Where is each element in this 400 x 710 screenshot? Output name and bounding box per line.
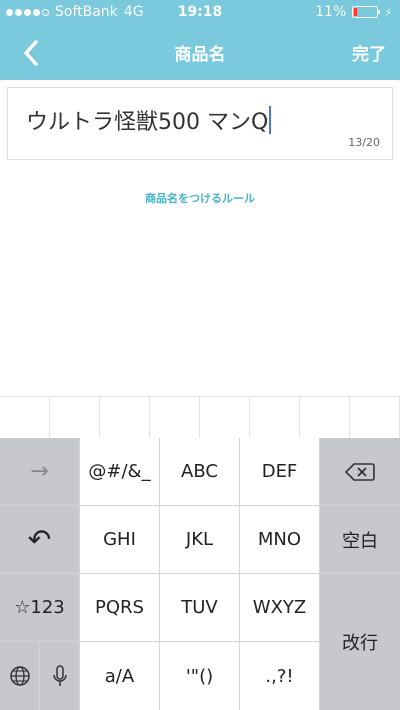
key-jkl[interactable]: JKL [160, 506, 239, 573]
space-key[interactable]: 空白 [320, 506, 400, 573]
key-mno[interactable]: MNO [240, 506, 319, 573]
status-right: 11% ⚡ [315, 4, 392, 20]
key-punctuation[interactable]: .,?! [240, 642, 319, 710]
charging-bolt-icon: ⚡ [384, 5, 392, 19]
microphone-icon [52, 665, 67, 686]
background-grid [0, 396, 400, 438]
backspace-icon [345, 462, 375, 481]
back-button[interactable] [14, 36, 48, 70]
return-key[interactable]: 改行 [320, 574, 400, 710]
text-caret [269, 106, 272, 134]
globe-key[interactable] [0, 642, 39, 710]
naming-rules-link[interactable]: 商品名をつけるルール [0, 190, 400, 206]
key-symbols[interactable]: @#/&_ [80, 438, 159, 505]
key-tuv[interactable]: TUV [160, 574, 239, 641]
undo-key[interactable]: ↶ [0, 506, 79, 573]
arrow-key[interactable]: → [0, 438, 79, 505]
flick-keyboard: → @#/&_ ABC DEF ↶ GHI JKL MNO 空白 ☆123 PQ… [0, 438, 400, 710]
battery-icon [352, 6, 381, 18]
mode-switch-key[interactable]: ☆123 [0, 574, 79, 641]
key-def[interactable]: DEF [240, 438, 319, 505]
battery-percent: 11% [315, 4, 347, 20]
navigation-bar: 商品名 完了 [0, 26, 400, 80]
key-quotes-parens[interactable]: '"() [160, 642, 239, 710]
key-pqrs[interactable]: PQRS [80, 574, 159, 641]
character-counter: 13/20 [348, 136, 380, 149]
chevron-left-icon [24, 40, 38, 66]
delete-key[interactable] [320, 438, 400, 505]
key-ghi[interactable]: GHI [80, 506, 159, 573]
key-wxyz[interactable]: WXYZ [240, 574, 319, 641]
key-abc[interactable]: ABC [160, 438, 239, 505]
product-name-value: ウルトラ怪獣500 マンQ [26, 110, 269, 135]
globe-icon [9, 666, 30, 686]
status-bar: SoftBank 4G 19:18 11% ⚡ [0, 0, 400, 26]
done-button[interactable]: 完了 [352, 40, 386, 65]
product-name-field[interactable]: ウルトラ怪獣500 マンQ 13/20 [7, 87, 393, 160]
product-name-input[interactable]: ウルトラ怪獣500 マンQ [26, 104, 272, 136]
microphone-key[interactable] [40, 642, 79, 710]
key-case-toggle[interactable]: a/A [80, 642, 159, 710]
page-title: 商品名 [174, 45, 226, 65]
